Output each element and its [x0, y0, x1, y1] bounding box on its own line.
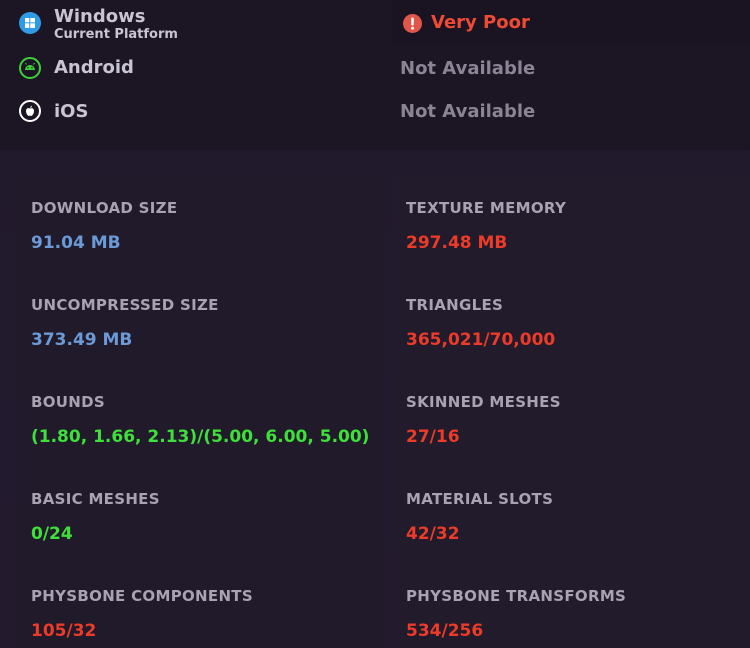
stat-physbone-components: PHYSBONE COMPONENTS 105/32 [16, 564, 383, 648]
stat-label: PHYSBONE TRANSFORMS [406, 587, 627, 605]
stat-uncompressed-size: UNCOMPRESSED SIZE 373.49 MB [16, 273, 383, 369]
stat-texture-memory: TEXTURE MEMORY 297.48 MB [391, 176, 750, 272]
platform-row-ios[interactable]: iOS Not Available [0, 90, 750, 134]
stat-label: BOUNDS [31, 393, 105, 411]
platform-row-android[interactable]: Android Not Available [0, 46, 750, 90]
stat-value: 297.48 MB [406, 233, 508, 253]
rating-label: Very Poor [431, 12, 530, 33]
performance-rating: Very Poor [392, 0, 750, 44]
stat-bounds: BOUNDS (1.80, 1.66, 2.13)/(5.00, 6.00, 5… [16, 370, 383, 466]
stat-download-size: DOWNLOAD SIZE 91.04 MB [16, 176, 383, 272]
stat-physbone-transforms: PHYSBONE TRANSFORMS 534/256 [391, 564, 750, 648]
exclamation-circle-icon [403, 14, 422, 33]
platform-name: Windows [54, 6, 146, 27]
stat-triangles: TRIANGLES 365,021/70,000 [391, 273, 750, 369]
stat-value: 373.49 MB [31, 330, 133, 350]
stat-value: 534/256 [406, 621, 484, 641]
platform-list: Windows Current Platform Very Poor Andro… [0, 0, 750, 150]
platform-status: Not Available [400, 101, 536, 122]
stat-label: UNCOMPRESSED SIZE [31, 296, 219, 314]
performance-panel: Windows Current Platform Very Poor Andro… [0, 0, 750, 648]
stat-label: SKINNED MESHES [406, 393, 561, 411]
stat-value: 105/32 [31, 621, 97, 641]
platform-name: iOS [54, 101, 89, 122]
stat-label: DOWNLOAD SIZE [31, 199, 178, 217]
stat-material-slots: MATERIAL SLOTS 42/32 [391, 467, 750, 563]
apple-icon [19, 100, 41, 122]
stat-value: 27/16 [406, 427, 460, 447]
stat-value: 365,021/70,000 [406, 330, 556, 350]
stats-grid: DOWNLOAD SIZE 91.04 MB TEXTURE MEMORY 29… [16, 176, 750, 648]
stat-label: TEXTURE MEMORY [406, 199, 567, 217]
stat-label: MATERIAL SLOTS [406, 490, 554, 508]
stat-skinned-meshes: SKINNED MESHES 27/16 [391, 370, 750, 466]
stat-value: 91.04 MB [31, 233, 121, 253]
stat-value: 42/32 [406, 524, 460, 544]
stat-basic-meshes: BASIC MESHES 0/24 [16, 467, 383, 563]
stat-label: BASIC MESHES [31, 490, 160, 508]
windows-icon [19, 12, 41, 34]
android-icon [19, 57, 41, 79]
platform-name: Android [54, 57, 134, 78]
stat-label: PHYSBONE COMPONENTS [31, 587, 253, 605]
stat-value: (1.80, 1.66, 2.13)/(5.00, 6.00, 5.00) [31, 427, 370, 447]
platform-subtitle: Current Platform [54, 27, 178, 42]
stat-label: TRIANGLES [406, 296, 504, 314]
platform-status: Not Available [400, 58, 536, 79]
stat-value: 0/24 [31, 524, 73, 544]
